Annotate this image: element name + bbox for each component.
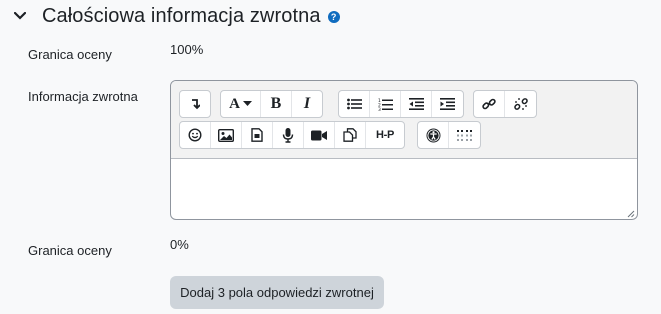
link-icon[interactable] [474, 91, 505, 117]
unordered-list-icon[interactable] [339, 91, 370, 117]
grade-boundary-label: Granica oceny [28, 47, 112, 62]
ordered-list-icon[interactable]: 123 [370, 91, 401, 117]
editor-toolbar: A B I 123 H-P [171, 81, 637, 159]
manage-files-icon[interactable] [335, 122, 366, 148]
italic-icon[interactable]: I [292, 91, 322, 117]
grade-boundary-label-2: Granica oceny [28, 243, 112, 258]
record-video-icon[interactable] [304, 122, 335, 148]
chevron-down-icon[interactable] [14, 9, 28, 23]
toolbar-group-links [473, 90, 537, 118]
svg-text:3: 3 [378, 107, 381, 111]
grade-boundary-value-2: 0% [170, 237, 189, 252]
feedback-label: Informacja zwrotna [28, 89, 138, 104]
toolbar-group-collapse [179, 90, 211, 118]
grade-boundary-value: 100% [170, 42, 204, 57]
question-circle-icon[interactable]: ? [327, 10, 340, 23]
font-style-icon[interactable]: A [221, 91, 261, 117]
bold-icon[interactable]: B [261, 91, 292, 117]
collapse-toolbar-icon[interactable] [180, 91, 210, 117]
section-header[interactable]: Całościowa informacja zwrotna ? [14, 2, 340, 30]
unlink-icon[interactable] [505, 91, 536, 117]
section-title: Całościowa informacja zwrotna [42, 4, 321, 27]
h5p-label: H-P [375, 129, 395, 141]
italic-label: I [303, 95, 311, 112]
resize-handle-icon[interactable] [627, 210, 635, 218]
emoji-icon[interactable] [180, 122, 211, 148]
feedback-editor: A B I 123 H-P [170, 80, 638, 220]
h5p-icon[interactable]: H-P [366, 122, 404, 148]
indent-icon[interactable] [432, 91, 463, 117]
outdent-icon[interactable] [401, 91, 432, 117]
bold-label: B [270, 95, 282, 112]
font-style-label: A [229, 95, 240, 112]
screenreader-helper-icon[interactable] [449, 122, 480, 148]
add-feedback-fields-button[interactable]: Dodaj 3 pola odpowiedzi zwrotnej [170, 276, 384, 309]
record-audio-icon[interactable] [273, 122, 304, 148]
toolbar-group-style: A B I [220, 90, 323, 118]
media-icon[interactable] [242, 122, 273, 148]
feedback-textarea[interactable] [171, 159, 637, 219]
accessibility-checker-icon[interactable] [418, 122, 449, 148]
image-icon[interactable] [211, 122, 242, 148]
toolbar-group-media: H-P [179, 121, 405, 149]
toolbar-group-lists: 123 [338, 90, 464, 118]
toolbar-group-accessibility [417, 121, 481, 149]
